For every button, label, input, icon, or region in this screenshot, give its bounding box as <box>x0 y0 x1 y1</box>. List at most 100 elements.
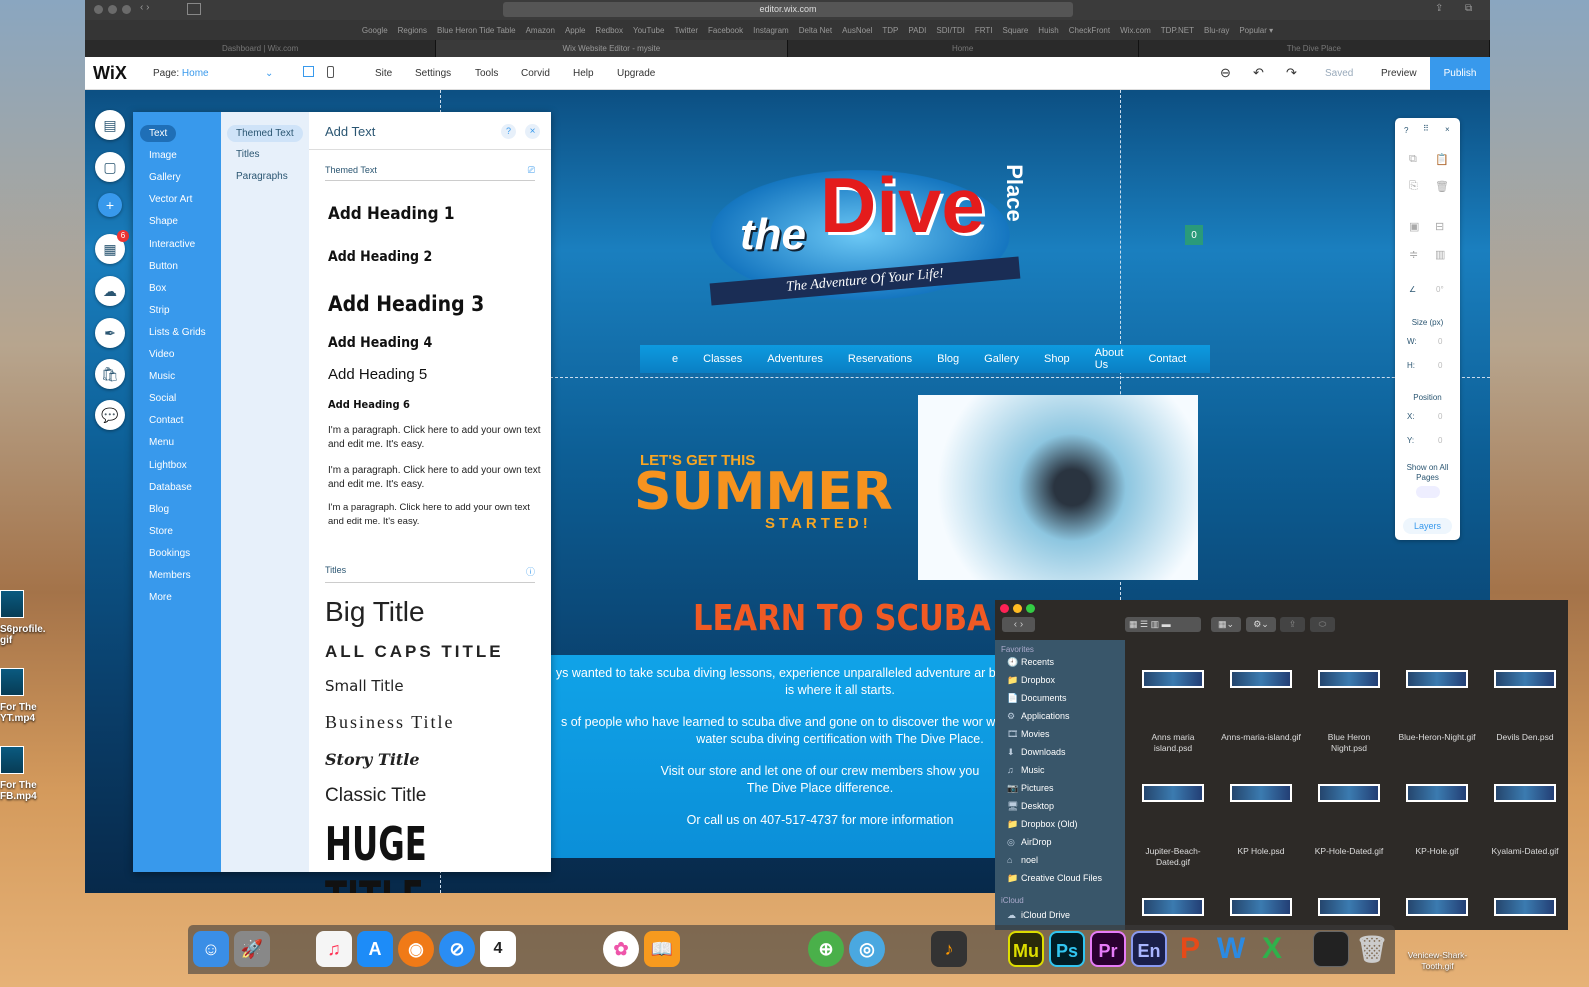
bookmark-link[interactable]: Popular ▾ <box>1239 26 1273 35</box>
heading-1-option[interactable]: Add Heading 1 <box>328 204 455 224</box>
gear-icon[interactable]: ⚙⌄ <box>1246 617 1276 632</box>
encoder-icon[interactable]: En <box>1131 931 1167 967</box>
small-title-option[interactable]: Small Title <box>325 677 404 695</box>
bookmark-link[interactable]: Twitter <box>674 26 698 35</box>
paste-icon[interactable]: 📋 <box>1435 153 1449 166</box>
calendar-icon[interactable]: 4 <box>480 931 516 967</box>
sidebar-item-pictures[interactable]: 📷 Pictures <box>1007 783 1054 794</box>
desktop-file-icon[interactable]: For The FB.mp4 <box>0 746 60 802</box>
minimize-window-button[interactable] <box>108 5 117 14</box>
bookmark-link[interactable]: Wix.com <box>1120 26 1151 35</box>
bookmark-link[interactable]: FRTI <box>975 26 993 35</box>
cart-icon[interactable]: 0 <box>1185 225 1203 245</box>
file-item[interactable]: KP-Hole.gif <box>1397 784 1477 857</box>
sidebar-item-downloads[interactable]: ⬇ Downloads <box>1007 747 1066 758</box>
bookmark-link[interactable]: PADI <box>908 26 926 35</box>
sidebar-item-airdrop[interactable]: ◎ AirDrop <box>1007 837 1052 848</box>
width-field[interactable]: 0 <box>1438 337 1442 346</box>
help-icon[interactable]: ? <box>501 124 516 139</box>
paragraph-3-option[interactable]: I'm a paragraph. Click here to add your … <box>328 501 543 529</box>
bookmark-link[interactable]: Apple <box>565 26 585 35</box>
menu-tools[interactable]: Tools <box>475 68 498 79</box>
category-box[interactable]: Box <box>149 283 166 294</box>
premiere-icon[interactable]: Pr <box>1090 931 1126 967</box>
category-members[interactable]: Members <box>149 570 191 581</box>
delete-icon[interactable]: 🗑 <box>1435 180 1449 193</box>
excel-icon[interactable]: X <box>1254 931 1290 967</box>
file-item[interactable]: Anns maria island.psd <box>1133 670 1213 754</box>
tab-home[interactable]: Home <box>788 40 1139 57</box>
drag-handle-icon[interactable]: ⠿ <box>1423 124 1429 133</box>
bookmark-link[interactable]: SDI/TDI <box>936 26 964 35</box>
file-item[interactable]: Blue-Heron-Night.gif <box>1397 670 1477 743</box>
category-shape[interactable]: Shape <box>149 216 178 227</box>
bookmark-link[interactable]: CheckFront <box>1069 26 1110 35</box>
url-bar[interactable]: editor.wix.com <box>503 2 1073 17</box>
dive-place-logo[interactable]: the Dive Place The Adventure Of Your Lif… <box>709 150 1050 310</box>
heading-5-option[interactable]: Add Heading 5 <box>328 366 427 383</box>
sidebar-item-movies[interactable]: 🎞 Movies <box>1007 729 1050 740</box>
x-field[interactable]: 0 <box>1438 412 1442 421</box>
sidebar-item-dropbox-old-[interactable]: 📁 Dropbox (Old) <box>1007 819 1078 830</box>
sidebar-item-noel[interactable]: ⌂ noel <box>1007 855 1038 865</box>
bookmark-link[interactable]: Facebook <box>708 26 743 35</box>
category-blog[interactable]: Blog <box>149 504 169 515</box>
category-image[interactable]: Image <box>149 150 177 161</box>
show-all-pages-toggle[interactable] <box>1416 486 1440 498</box>
sidebar-item-desktop[interactable]: 🖥 Desktop <box>1007 801 1054 812</box>
audio-icon[interactable]: ♪ <box>931 931 967 967</box>
back-forward-icon[interactable]: ‹ › <box>140 2 149 13</box>
category-menu[interactable]: Menu <box>149 437 174 448</box>
bookmark-link[interactable]: Redbox <box>595 26 623 35</box>
nav-link[interactable]: Gallery <box>984 353 1019 365</box>
bookmark-link[interactable]: Google <box>362 26 388 35</box>
nav-link[interactable]: Reservations <box>848 353 912 365</box>
tab-dashboard[interactable]: Dashboard | Wix.com <box>85 40 437 57</box>
desktop-file-label[interactable]: Venicew-Shark-Tooth.gif <box>1400 950 1475 972</box>
heading-3-option[interactable]: Add Heading 3 <box>328 292 484 316</box>
close-window-button[interactable] <box>1000 604 1009 613</box>
desktop-file-icon[interactable]: For The YT.mp4 <box>0 668 60 724</box>
heading-2-option[interactable]: Add Heading 2 <box>328 249 432 265</box>
app-store-icon[interactable]: A <box>357 931 393 967</box>
sidebar-item-dropbox[interactable]: 📁 Dropbox <box>1007 675 1055 686</box>
tag-icon[interactable]: ⬭ <box>1310 617 1335 632</box>
muse-icon[interactable]: Mu <box>1008 931 1044 967</box>
bookmark-link[interactable]: Delta Net <box>799 26 832 35</box>
sidebar-item-music[interactable]: ♫ Music <box>1007 765 1045 775</box>
file-item[interactable]: KP Hole.psd <box>1221 784 1301 857</box>
category-contact[interactable]: Contact <box>149 415 183 426</box>
menus-pages-icon[interactable]: ▤ <box>95 110 125 140</box>
itunes-icon[interactable]: ♫ <box>316 931 352 967</box>
file-item[interactable]: Blue Heron Night.psd <box>1309 670 1389 754</box>
firefox-icon[interactable]: ◉ <box>398 931 434 967</box>
blog-icon[interactable]: ✒ <box>95 318 125 348</box>
menu-settings[interactable]: Settings <box>415 68 451 79</box>
align-icon[interactable]: ⊟ <box>1435 220 1444 233</box>
category-button[interactable]: Button <box>149 261 178 272</box>
file-item[interactable]: KP-Hole-Dated.gif <box>1309 784 1389 857</box>
menu-help[interactable]: Help <box>573 68 594 79</box>
close-window-button[interactable] <box>94 5 103 14</box>
screenshot-icon[interactable]: ◎ <box>849 931 885 967</box>
huge-title-option[interactable]: HUGE TITLE <box>325 817 501 893</box>
sidebar-item-documents[interactable]: 📄 Documents <box>1007 693 1067 704</box>
subcat-themed-text[interactable]: Themed Text <box>227 125 303 142</box>
close-icon[interactable]: × <box>1445 125 1450 134</box>
category-social[interactable]: Social <box>149 393 176 404</box>
file-item[interactable]: Anns-maria-island.gif <box>1221 670 1301 743</box>
bookmark-link[interactable]: Amazon <box>526 26 555 35</box>
bookmark-link[interactable]: Square <box>1003 26 1029 35</box>
business-title-option[interactable]: Business Title <box>325 712 455 733</box>
category-bookings[interactable]: Bookings <box>149 548 190 559</box>
bookmark-link[interactable]: Regions <box>398 26 427 35</box>
duplicate-icon[interactable]: ⎘ <box>1409 180 1418 193</box>
zoom-icon[interactable]: ⊖ <box>1220 65 1231 81</box>
nav-link[interactable]: Blog <box>937 353 959 365</box>
bookmark-link[interactable]: YouTube <box>633 26 664 35</box>
sidebar-item-creative-cloud-files[interactable]: 📁 Creative Cloud Files <box>1007 873 1102 884</box>
file-item[interactable]: Devils Den.psd <box>1485 670 1565 743</box>
preview-button[interactable]: Preview <box>1381 68 1417 79</box>
page-selector[interactable]: Page: Home <box>153 68 209 79</box>
file-item[interactable] <box>1397 898 1477 930</box>
